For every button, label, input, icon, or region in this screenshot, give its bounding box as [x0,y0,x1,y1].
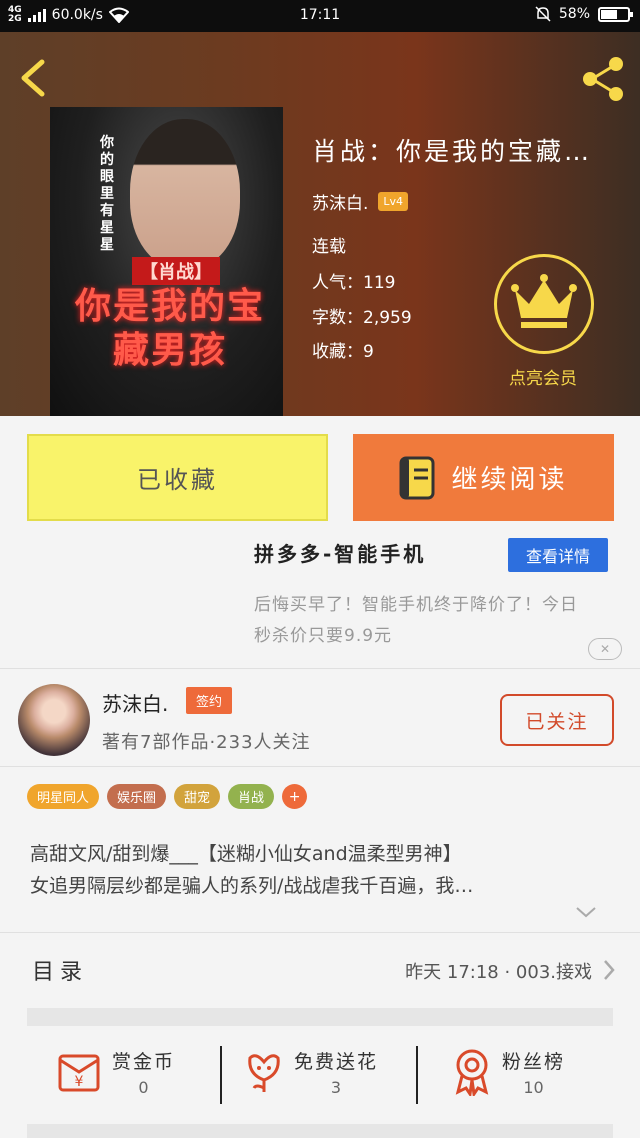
book-status: 连载 [312,237,346,257]
book-popularity: 人气：119 [312,273,396,293]
svg-text:¥: ¥ [75,1074,84,1090]
ad-title[interactable]: 拼多多-智能手机 [254,538,426,567]
status-bar: 4G 2G 60.0k/s 17:11 58% [0,0,640,32]
close-icon: ✕ [599,642,611,656]
share-button[interactable] [578,54,628,104]
flower-icon [248,1054,280,1092]
book-favorites: 收藏：9 [312,342,374,362]
signed-badge: 签约 [186,687,233,714]
divider [416,1046,418,1104]
mute-bell-icon [535,6,551,22]
red-envelope-icon: ¥ [58,1054,100,1092]
toc-label[interactable]: 目录 [32,954,88,986]
divider [0,668,640,669]
cover-portrait [130,119,240,269]
description-line: 女追男隔层纱都是骗人的系列/战战虐我千百遍，我… [30,875,474,897]
ad-detail-button[interactable]: 查看详情 [508,538,608,572]
chevron-down-icon [576,907,596,918]
crown-icon [511,274,577,328]
tag-chip[interactable]: 娱乐圈 [107,784,167,809]
favorited-button[interactable]: 已收藏 [27,434,328,521]
continue-reading-button[interactable]: 继续阅读 [353,434,614,521]
section-separator [27,1008,613,1026]
cover-title: 你是我的宝藏男孩 [74,286,265,371]
author-name[interactable]: 苏沫白. [102,688,168,717]
avatar[interactable] [18,684,90,756]
book-author[interactable]: 苏沫白. [312,189,368,214]
fan-ranking[interactable]: 粉丝榜 10 [452,1042,565,1102]
chevron-right-icon [604,960,615,980]
divider [220,1046,222,1104]
battery-percent: 58% [558,6,590,22]
tag-chip[interactable]: 肖战 [228,784,275,809]
level-badge: Lv4 [378,192,409,211]
tag-chip[interactable]: 甜宠 [174,784,221,809]
latest-chapter[interactable]: 昨天 17:18 · 003.接戏 [405,958,592,984]
medal-icon [455,1049,489,1096]
author-stats: 著有7部作品·233人关注 [102,732,311,753]
book-header: 你的眼里有星星 【肖战】 你是我的宝藏男孩 肖战：你是我的宝藏… 苏沫白. Lv… [0,32,640,416]
toc-arrow[interactable] [602,958,616,986]
ad-close-button[interactable]: ✕ [588,638,622,660]
free-flowers[interactable]: 免费送花 3 [244,1042,378,1102]
book-title: 肖战：你是我的宝藏… [312,137,593,166]
book-description[interactable]: 高甜文风/甜到爆___【迷糊小仙女and温柔型男神】 女追男隔层纱都是骗人的系列… [30,838,610,902]
description-line: 高甜文风/甜到爆___【迷糊小仙女and温柔型男神】 [30,843,462,865]
cover-tag: 【肖战】 [132,257,220,285]
book-icon [399,456,435,499]
more-tags-button[interactable]: + [282,784,308,809]
cover-vertical-text: 你的眼里有星星 [100,135,114,253]
divider [0,766,640,767]
book-word-count: 字数：2,959 [312,308,412,328]
section-separator [27,1124,613,1138]
battery-icon [598,6,633,22]
expand-button[interactable] [574,904,598,924]
ad-text[interactable]: 后悔买早了！智能手机终于降价了！今日秒杀价只要9.9元 [254,590,594,652]
back-button[interactable] [14,54,54,102]
vip-label: 点亮会员 [509,369,577,389]
vip-button[interactable]: 点亮会员 [488,254,598,389]
follow-button[interactable]: 已关注 [500,694,614,746]
tag-list: 明星同人 娱乐圈 甜宠 肖战 + [27,784,308,809]
book-cover[interactable]: 你的眼里有星星 【肖战】 你是我的宝藏男孩 [50,107,283,416]
tag-chip[interactable]: 明星同人 [27,784,100,809]
reward-coins[interactable]: ¥ 赏金币 0 [56,1042,175,1102]
share-icon [583,57,623,101]
divider [0,932,640,933]
chevron-left-icon [21,59,45,97]
